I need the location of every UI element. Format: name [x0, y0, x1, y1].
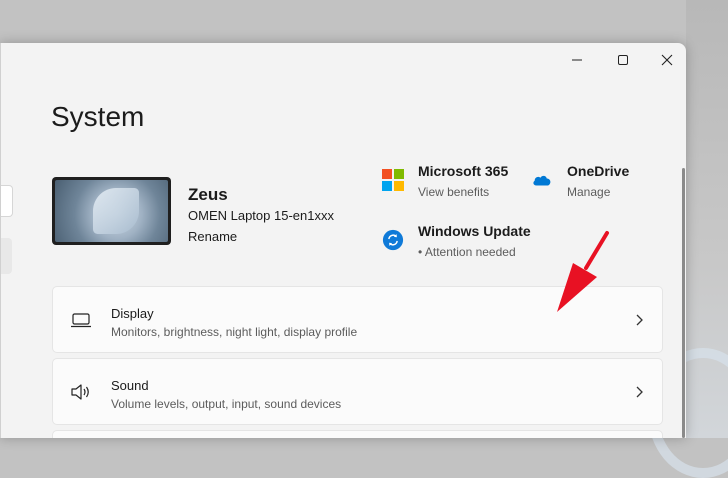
device-model: OMEN Laptop 15-en1xxx [188, 208, 334, 223]
minimize-button[interactable] [554, 43, 600, 77]
scrollbar[interactable] [682, 168, 685, 438]
quick-link-windows-update[interactable]: Windows Update • Attention needed [382, 223, 531, 259]
settings-item-description: Volume levels, output, input, sound devi… [111, 397, 342, 411]
page-title: System [51, 101, 145, 132]
quick-link-title: Microsoft 365 [418, 163, 509, 179]
desktop-background [648, 0, 728, 478]
laptop-icon [71, 313, 91, 328]
wallpaper-bloom [93, 188, 139, 234]
microsoft-365-icon [382, 169, 404, 191]
device-thumbnail [52, 177, 171, 245]
settings-window: System Zeus OMEN Laptop 15-en1xxx Rename… [0, 43, 686, 438]
windows-update-icon [382, 229, 404, 251]
maximize-button[interactable] [600, 43, 646, 77]
settings-item-display[interactable]: Display Monitors, brightness, night ligh… [52, 286, 663, 353]
nav-item-selected-edge[interactable] [1, 238, 12, 274]
chevron-right-icon [636, 386, 643, 398]
close-icon [661, 54, 673, 66]
quick-link-subtitle: • Attention needed [418, 245, 516, 259]
quick-link-onedrive[interactable]: OneDrive Manage [531, 163, 629, 199]
quick-link-subtitle: View benefits [418, 185, 490, 199]
chevron-right-icon [636, 314, 643, 326]
minimize-icon [572, 59, 582, 61]
settings-item-title: Sound [111, 378, 149, 393]
close-button[interactable] [644, 43, 686, 77]
quick-link-title: Windows Update [418, 223, 531, 239]
settings-item-title: Display [111, 306, 154, 321]
search-box-edge[interactable] [1, 185, 13, 217]
settings-item-partial[interactable] [52, 430, 663, 438]
quick-link-microsoft-365[interactable]: Microsoft 365 View benefits [382, 163, 508, 199]
onedrive-icon [533, 175, 551, 186]
settings-item-sound[interactable]: Sound Volume levels, output, input, soun… [52, 358, 663, 425]
wallpaper-preview [55, 180, 168, 242]
maximize-icon [618, 55, 628, 65]
device-name: Zeus [188, 185, 228, 204]
quick-link-title: OneDrive [567, 163, 630, 179]
settings-item-description: Monitors, brightness, night light, displ… [111, 325, 358, 339]
speaker-icon [71, 384, 89, 400]
quick-link-subtitle: Manage [567, 185, 611, 199]
rename-link[interactable]: Rename [188, 229, 237, 244]
